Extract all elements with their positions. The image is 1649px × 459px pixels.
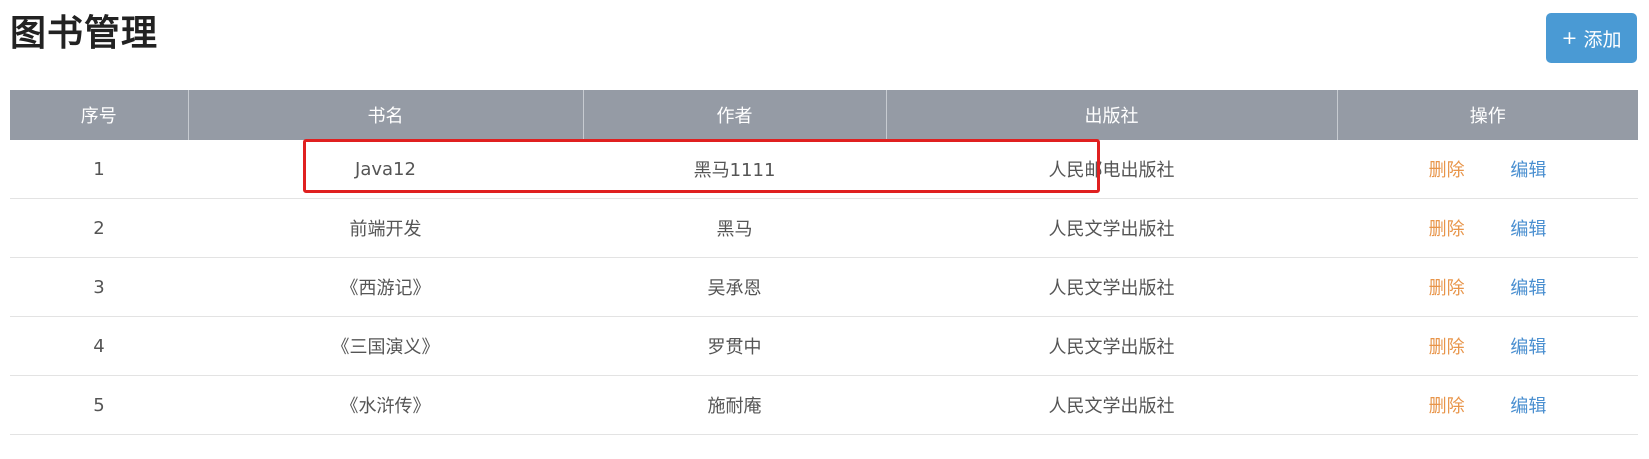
table-row: 4 《三国演义》 罗贯中 人民文学出版社 删除 编辑 <box>10 316 1638 376</box>
cell-publisher: 人民文学出版社 <box>886 257 1337 317</box>
delete-link[interactable]: 删除 <box>1429 219 1465 240</box>
cell-author: 黑马 <box>583 198 886 258</box>
table-row: 2 前端开发 黑马 人民文学出版社 删除 编辑 <box>10 198 1638 258</box>
column-header-author: 作者 <box>582 90 886 140</box>
cell-actions: 删除 编辑 <box>1337 198 1638 258</box>
table-row: 1 Java12 黑马1111 人民邮电出版社 删除 编辑 <box>10 140 1638 199</box>
book-table: 序号 书名 作者 出版社 操作 1 Java12 黑马1111 人民邮电出版社 … <box>10 90 1638 435</box>
delete-link[interactable]: 删除 <box>1429 337 1465 358</box>
edit-link[interactable]: 编辑 <box>1510 337 1546 358</box>
table-header: 序号 书名 作者 出版社 操作 <box>10 90 1638 140</box>
delete-link[interactable]: 删除 <box>1429 160 1465 181</box>
delete-link[interactable]: 删除 <box>1429 278 1465 299</box>
add-button-label: 添加 <box>1583 28 1622 51</box>
cell-author: 吴承恩 <box>583 257 886 317</box>
cell-index: 2 <box>10 198 188 258</box>
edit-link[interactable]: 编辑 <box>1510 278 1546 299</box>
edit-link[interactable]: 编辑 <box>1510 219 1546 240</box>
cell-publisher: 人民邮电出版社 <box>886 140 1337 199</box>
cell-title: 前端开发 <box>188 198 583 258</box>
cell-publisher: 人民文学出版社 <box>886 198 1337 258</box>
cell-actions: 删除 编辑 <box>1337 375 1638 435</box>
page-title: 图书管理 <box>10 13 159 54</box>
cell-index: 4 <box>10 316 188 376</box>
column-header-publisher: 出版社 <box>885 90 1337 140</box>
cell-author: 黑马1111 <box>583 140 886 199</box>
cell-publisher: 人民文学出版社 <box>886 375 1337 435</box>
cell-actions: 删除 编辑 <box>1337 257 1638 317</box>
column-header-actions: 操作 <box>1336 90 1638 140</box>
cell-actions: 删除 编辑 <box>1337 316 1638 376</box>
edit-link[interactable]: 编辑 <box>1510 160 1546 181</box>
column-header-title: 书名 <box>187 90 583 140</box>
cell-index: 5 <box>10 375 188 435</box>
cell-index: 3 <box>10 257 188 317</box>
plus-icon: + <box>1561 27 1578 49</box>
cell-author: 罗贯中 <box>583 316 886 376</box>
edit-link[interactable]: 编辑 <box>1510 396 1546 417</box>
delete-link[interactable]: 删除 <box>1429 396 1465 417</box>
cell-title: 《三国演义》 <box>188 316 583 376</box>
cell-title: 《西游记》 <box>188 257 583 317</box>
cell-actions: 删除 编辑 <box>1337 140 1638 199</box>
table-row: 5 《水浒传》 施耐庵 人民文学出版社 删除 编辑 <box>10 375 1638 435</box>
column-header-index: 序号 <box>10 90 188 140</box>
cell-title: Java12 <box>188 140 583 199</box>
cell-publisher: 人民文学出版社 <box>886 316 1337 376</box>
cell-title: 《水浒传》 <box>188 375 583 435</box>
table-row: 3 《西游记》 吴承恩 人民文学出版社 删除 编辑 <box>10 257 1638 317</box>
cell-author: 施耐庵 <box>583 375 886 435</box>
add-button[interactable]: + 添加 <box>1546 13 1637 63</box>
cell-index: 1 <box>10 140 188 199</box>
